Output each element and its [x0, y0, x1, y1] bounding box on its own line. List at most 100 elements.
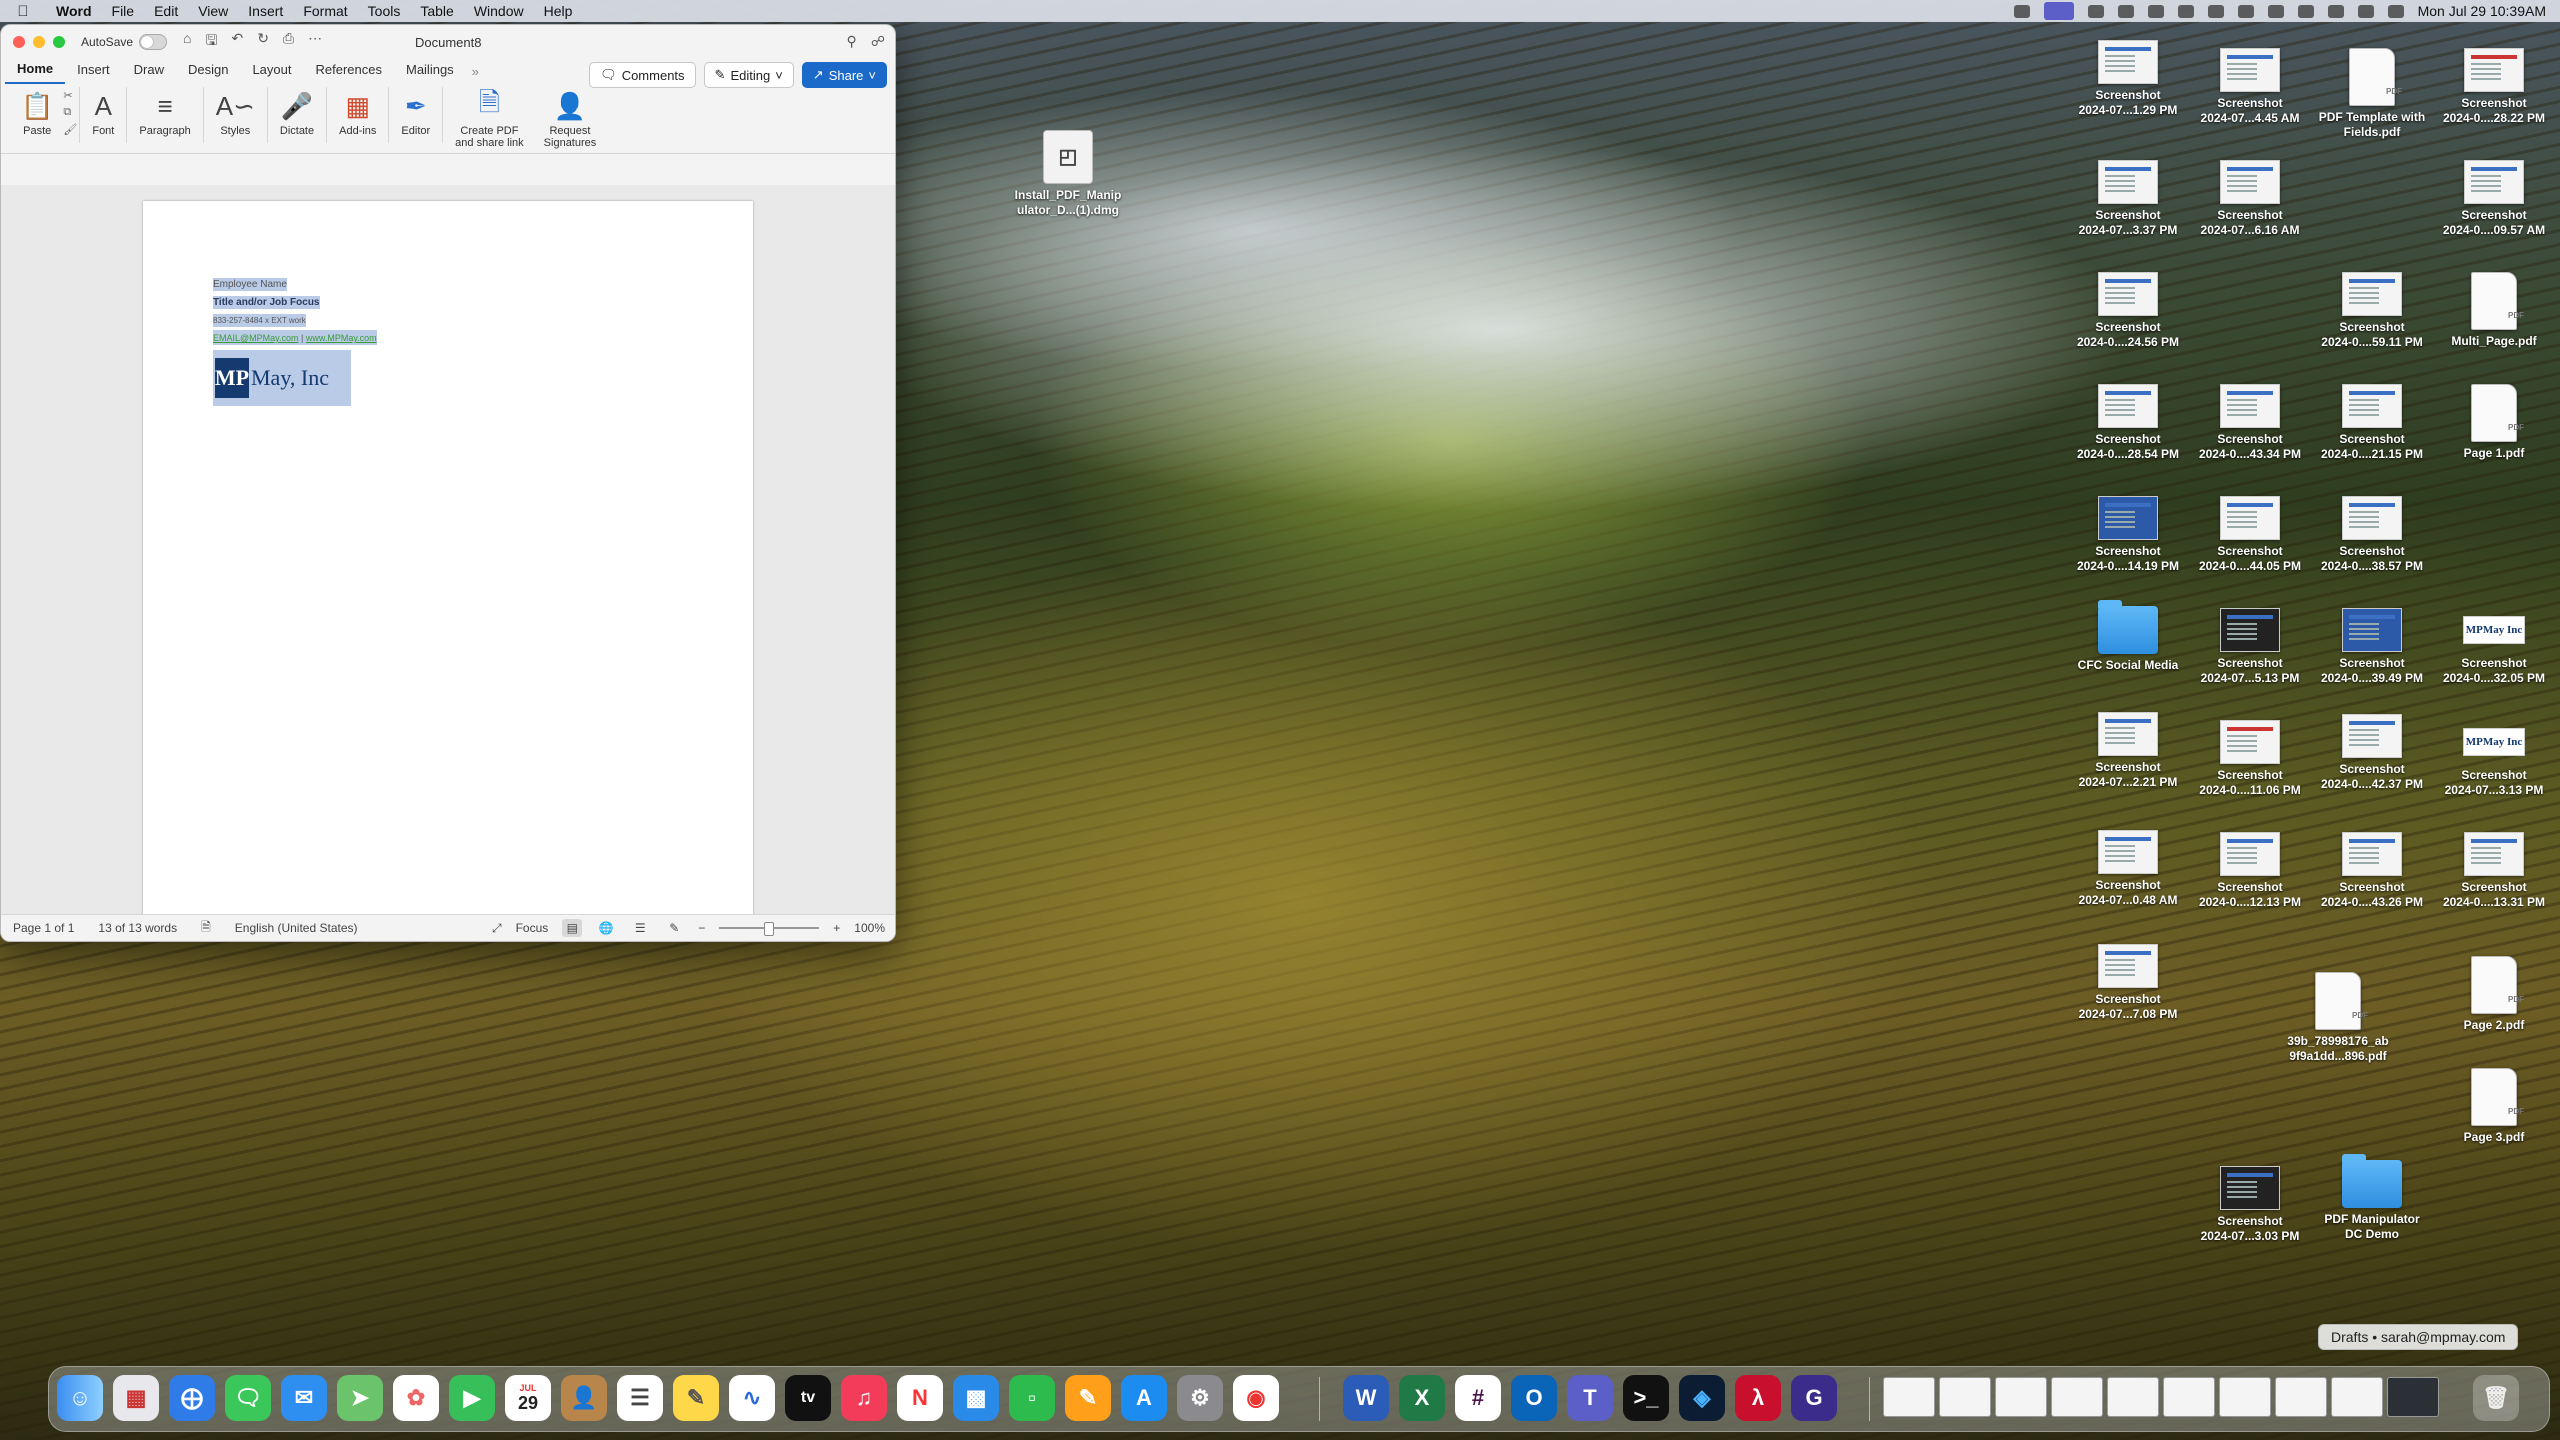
tab-design[interactable]: Design [176, 59, 240, 83]
email-signature[interactable]: Employee Name Title and/or Job Focus 833… [213, 274, 417, 406]
focus-icon[interactable]: ⤢ [492, 921, 502, 936]
print-layout-icon[interactable]: ▤ [562, 919, 583, 937]
font-button[interactable]: A Font [82, 87, 124, 138]
outlook-icon[interactable]: O [1511, 1375, 1557, 1421]
desktop-item-pdf[interactable]: PDF Page 1.pdf [2434, 384, 2554, 461]
desktop-item-image[interactable]: MPMay Inc Screenshot 2024-07...3.13 PM [2434, 720, 2554, 798]
more-icon[interactable]: ⋯ [308, 30, 322, 54]
vpn-app-icon[interactable]: ◈ [1679, 1375, 1725, 1421]
acrobat-icon[interactable]: λ [1735, 1375, 1781, 1421]
menu-window[interactable]: Window [464, 3, 534, 19]
chrome-icon[interactable]: ◉ [1233, 1375, 1279, 1421]
desktop-item-pdf[interactable]: PDF PDF Template with Fields.pdf [2312, 48, 2432, 140]
menu-view[interactable]: View [188, 3, 238, 19]
music-icon[interactable]: ♫ [841, 1375, 887, 1421]
reminders-icon[interactable]: ☰ [617, 1375, 663, 1421]
zoom-slider[interactable] [719, 922, 820, 936]
word-count[interactable]: 13 of 13 words [86, 921, 189, 935]
freeform-icon[interactable]: ∿ [729, 1375, 775, 1421]
autosave-control[interactable]: AutoSave [81, 34, 168, 50]
desktop-item-screenshot[interactable]: Screenshot 2024-07...5.13 PM [2190, 608, 2310, 686]
close-window-button[interactable] [13, 36, 25, 48]
minimize-window-button[interactable] [33, 36, 45, 48]
paragraph-button[interactable]: ≡ Paragraph [129, 87, 200, 138]
user-icon[interactable] [2267, 4, 2284, 18]
play-icon[interactable] [2237, 4, 2254, 18]
app-store-icon[interactable]: A [1121, 1375, 1167, 1421]
draft-icon[interactable]: ✎ [664, 919, 684, 937]
spotlight-search-icon[interactable] [2357, 4, 2374, 18]
menu-help[interactable]: Help [534, 3, 583, 19]
menu-table[interactable]: Table [410, 3, 463, 19]
desktop-item-screenshot[interactable]: Screenshot 2024-0....28.22 PM [2434, 48, 2554, 126]
apple-menu-icon[interactable]:  [0, 3, 46, 20]
desktop-item-dmg[interactable]: ◰ Install_PDF_Manip ulator_D...(1).dmg [1008, 130, 1128, 218]
desktop-item-screenshot[interactable]: Screenshot 2024-0....28.54 PM [2068, 384, 2188, 462]
excel-icon[interactable]: X [1399, 1375, 1445, 1421]
paste-button[interactable]: 📋 Paste [11, 87, 63, 138]
desktop-item-folder[interactable]: CFC Social Media [2068, 600, 2188, 673]
cloud-icon[interactable] [2087, 4, 2104, 18]
messages-icon[interactable]: 🗨 [225, 1375, 271, 1421]
desktop-item-screenshot[interactable]: Screenshot 2024-0....44.05 PM [2190, 496, 2310, 574]
minimized-window-thumbnail[interactable] [2219, 1377, 2271, 1417]
gmail-client-icon[interactable]: G [1791, 1375, 1837, 1421]
undo-icon[interactable]: ↶ [231, 30, 243, 54]
terminal-icon[interactable]: >_ [1623, 1375, 1669, 1421]
display-icon[interactable] [2117, 4, 2134, 18]
tab-layout[interactable]: Layout [240, 59, 303, 83]
apple-tv-icon[interactable]: tv [785, 1375, 831, 1421]
search-icon[interactable]: ⚲ [847, 33, 857, 50]
tab-insert[interactable]: Insert [65, 59, 122, 83]
zoom-level[interactable]: 100% [854, 921, 885, 935]
keynote-icon[interactable]: ▩ [953, 1375, 999, 1421]
share-button[interactable]: ↗ Share ˅ [801, 62, 887, 88]
format-painter-icon[interactable]: 🖌 [63, 123, 77, 136]
create-pdf-button[interactable]: 🗎 Create PDF and share link [445, 87, 534, 149]
teams-status-icon[interactable] [2043, 2, 2074, 20]
language-status[interactable]: English (United States) [223, 921, 370, 935]
menu-tools[interactable]: Tools [358, 3, 411, 19]
desktop-item-screenshot[interactable]: Screenshot 2024-0....13.31 PM [2434, 832, 2554, 910]
desktop-item-folder[interactable]: PDF Manipulator DC Demo [2312, 1154, 2432, 1242]
desktop-item-pdf[interactable]: PDF 39b_78998176_ab 9f9a1dd...896.pdf [2278, 972, 2398, 1064]
copy-icon[interactable]: ⧉ [63, 106, 77, 119]
minimized-window-thumbnail[interactable] [2387, 1377, 2439, 1417]
desktop-item-screenshot[interactable]: Screenshot 2024-0....42.37 PM [2312, 714, 2432, 792]
finder-icon[interactable]: ☺ [57, 1375, 103, 1421]
minimized-window-thumbnail[interactable] [1939, 1377, 1991, 1417]
desktop-item-screenshot[interactable]: Screenshot 2024-07...2.21 PM [2068, 712, 2188, 790]
grammarly-icon[interactable] [2013, 4, 2030, 18]
system-settings-icon[interactable]: ⚙ [1177, 1375, 1223, 1421]
focus-label[interactable]: Focus [516, 921, 549, 935]
proofing-icon[interactable]: 🗎 [189, 918, 223, 939]
launchpad-icon[interactable]: ▦ [113, 1375, 159, 1421]
menu-edit[interactable]: Edit [144, 3, 188, 19]
desktop-item-screenshot[interactable]: Screenshot 2024-0....21.15 PM [2312, 384, 2432, 462]
request-signatures-button[interactable]: 👤 Request Signatures [534, 87, 607, 150]
control-center-icon[interactable] [2387, 4, 2404, 18]
desktop-item-screenshot[interactable]: Screenshot 2024-0....38.57 PM [2312, 496, 2432, 574]
minimized-window-thumbnail[interactable] [1883, 1377, 1935, 1417]
desktop-item-screenshot[interactable]: Screenshot 2024-07...3.03 PM [2190, 1166, 2310, 1244]
desktop-item-screenshot[interactable]: Screenshot 2024-0....43.34 PM [2190, 384, 2310, 462]
menubar-clock[interactable]: Mon Jul 29 10:39AM [2418, 3, 2546, 19]
desktop-item-screenshot[interactable]: Screenshot 2024-0....43.26 PM [2312, 832, 2432, 910]
tab-home[interactable]: Home [5, 58, 66, 84]
web-layout-icon[interactable]: 🌐 [596, 919, 616, 937]
desktop-item-pdf[interactable]: PDF Page 3.pdf [2434, 1068, 2554, 1145]
desktop-item-screenshot[interactable]: Screenshot 2024-0....11.06 PM [2190, 720, 2310, 798]
autosave-toggle[interactable] [139, 34, 168, 50]
desktop-item-screenshot[interactable]: Screenshot 2024-07...7.08 PM [2068, 944, 2188, 1022]
desktop-item-screenshot[interactable]: Screenshot 2024-07...0.48 AM [2068, 830, 2188, 908]
facetime-icon[interactable]: ▶ [449, 1375, 495, 1421]
teams-icon[interactable]: T [1567, 1375, 1613, 1421]
wifi-icon[interactable] [2327, 4, 2344, 18]
print-icon[interactable]: ⎙ [283, 30, 294, 54]
menu-format[interactable]: Format [293, 3, 357, 19]
desktop-item-screenshot[interactable]: Screenshot 2024-0....12.13 PM [2190, 832, 2310, 910]
safari-icon[interactable]: ⨁ [169, 1375, 215, 1421]
minimized-window-thumbnail[interactable] [2331, 1377, 2383, 1417]
desktop-item-screenshot[interactable]: Screenshot 2024-0....59.11 PM [2312, 272, 2432, 350]
outline-icon[interactable]: ☰ [630, 919, 650, 937]
